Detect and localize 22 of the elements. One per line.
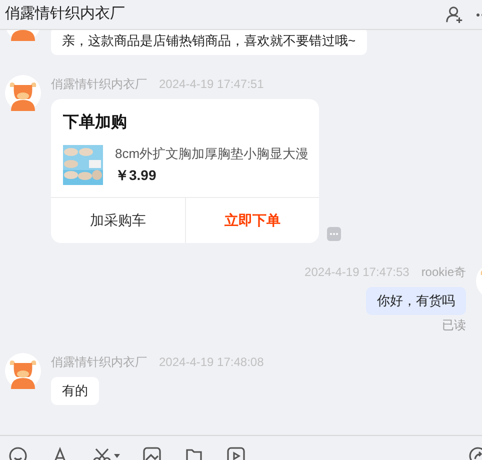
- bull-avatar-icon: [5, 353, 41, 389]
- sender-name: 俏露情针织内衣厂: [51, 76, 147, 93]
- add-user-icon[interactable]: [445, 5, 464, 24]
- card-action-button[interactable]: 立即下单: [184, 198, 319, 243]
- message-bubble: 有的: [51, 377, 99, 405]
- message-bubble: 亲，这款商品是店铺热销商品，喜欢就不要错过哦~: [51, 30, 367, 55]
- video-icon[interactable]: [226, 446, 246, 460]
- caret-icon[interactable]: [114, 454, 120, 458]
- card-action-button[interactable]: 加采购车: [51, 198, 184, 243]
- sender-name: 俏露情针织内衣厂: [51, 354, 147, 371]
- product-name: 8cm外扩文胸加厚胸垫小胸显大漫: [115, 145, 307, 163]
- card-title: 下单加购: [63, 113, 128, 133]
- read-status: 已读: [442, 317, 466, 333]
- message-bubble: 你好，有货吗: [366, 287, 466, 315]
- product-price: ￥3.99: [115, 166, 158, 185]
- bull-avatar-icon: [5, 75, 41, 111]
- scissors-icon[interactable]: [92, 446, 112, 460]
- window-title: 俏露情针织内衣厂: [5, 4, 125, 24]
- emoji-icon[interactable]: [8, 446, 28, 460]
- image-icon[interactable]: [142, 446, 162, 460]
- folder-icon[interactable]: [184, 446, 204, 460]
- sender-name: rookie奇: [421, 264, 466, 281]
